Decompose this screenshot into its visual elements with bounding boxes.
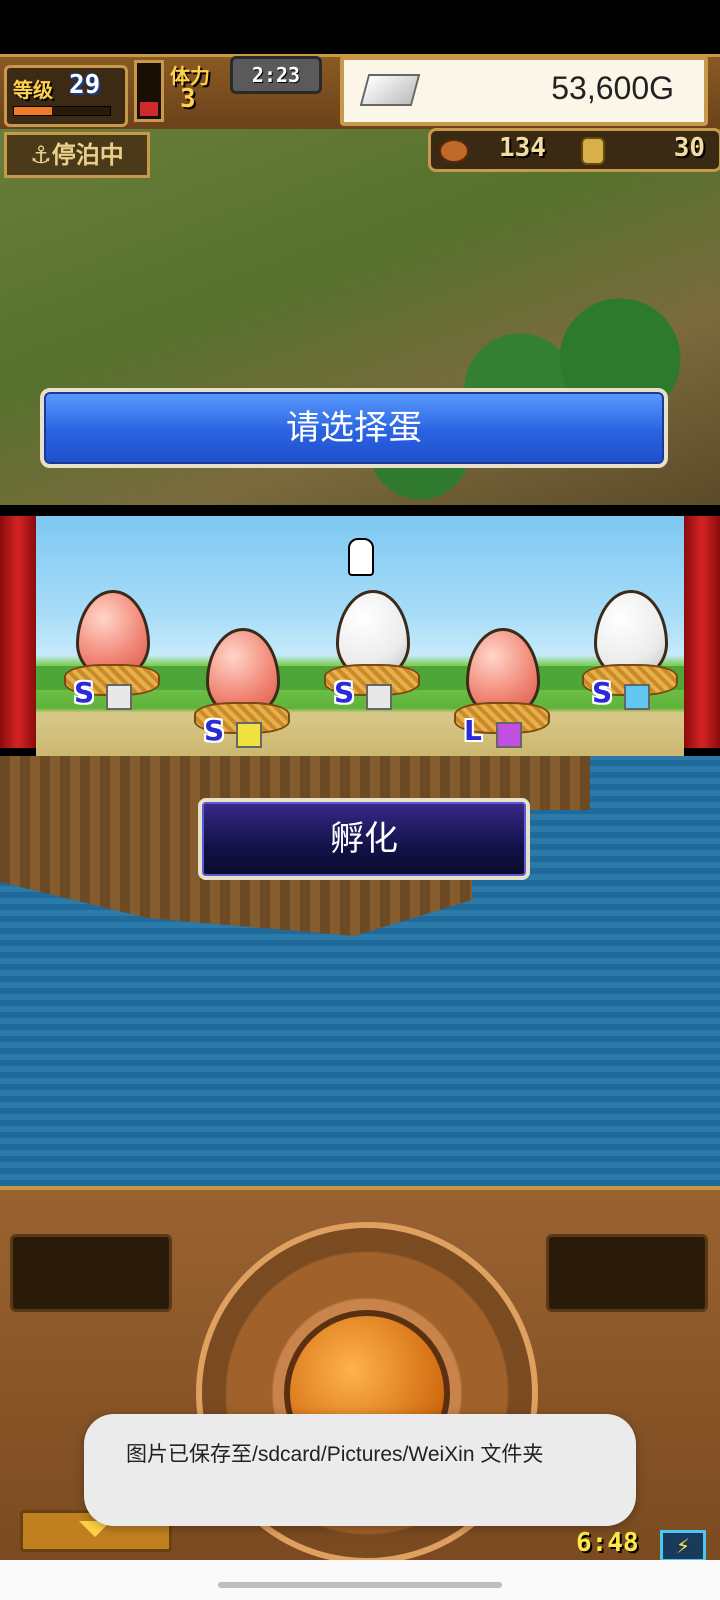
egg-option-1[interactable]: S [56, 590, 166, 740]
resource-bar: 134 30 [428, 128, 720, 172]
egg-rank-label: L [464, 714, 482, 747]
xp-bar-fill [14, 107, 53, 115]
level-label: 等级 [13, 78, 53, 102]
status-bar-background [0, 0, 720, 54]
game-clock: 6:48 [576, 1528, 639, 1558]
food-count: 134 [499, 133, 546, 163]
hatch-button[interactable]: 孵化 [198, 798, 530, 880]
egg-stage: S S S L S [36, 516, 684, 756]
egg-option-5[interactable]: S [574, 590, 684, 740]
stamina-value: 3 [180, 84, 196, 114]
silver-ingot-icon [359, 74, 421, 106]
egg-rank-label: S [592, 676, 613, 709]
home-gesture-handle[interactable] [218, 1582, 502, 1588]
egg-option-3[interactable]: S [316, 590, 426, 740]
system-navigation-bar [0, 1560, 720, 1600]
meat-icon [439, 139, 469, 163]
level-panel: 等级 29 [4, 65, 128, 127]
white-crystal-icon [366, 684, 392, 710]
curtain-right [684, 516, 720, 748]
purple-gem-icon [496, 722, 522, 748]
level-value: 29 [69, 70, 101, 100]
right-slot-button[interactable] [546, 1234, 708, 1312]
egg-option-2[interactable]: S [186, 628, 296, 756]
stamina-timer: 2:23 [230, 56, 322, 94]
medal-icon [581, 137, 605, 165]
ice-icon [624, 684, 650, 710]
white-crystal-icon [106, 684, 132, 710]
egg-rank-label: S [204, 714, 225, 747]
stamina-gauge [134, 60, 164, 122]
select-egg-banner: 请选择蛋 [40, 388, 668, 468]
battery-icon: ⚡ [660, 1530, 706, 1562]
egg-option-4[interactable]: L [446, 628, 556, 756]
lightning-icon [236, 722, 262, 748]
toast-message: 图片已保存至/sdcard/Pictures/WeiXin 文件夹 [126, 1443, 544, 1466]
egg-rank-label: S [74, 676, 95, 709]
stamina-gauge-fill [140, 102, 158, 116]
egg-rank-label: S [334, 676, 355, 709]
curtain-left [0, 516, 36, 748]
docked-status-badge: ⚓停泊中 [4, 132, 150, 178]
saved-toast: 图片已保存至/sdcard/Pictures/WeiXin 文件夹 [84, 1414, 636, 1526]
xp-bar [13, 106, 111, 116]
gold-value: 53,600G [551, 70, 674, 106]
gold-display: 53,600G [340, 56, 708, 126]
banner-title: 请选择蛋 [286, 408, 422, 448]
medal-count: 30 [673, 133, 705, 163]
hand-pointer-icon [348, 538, 374, 576]
left-slot-button[interactable] [10, 1234, 172, 1312]
